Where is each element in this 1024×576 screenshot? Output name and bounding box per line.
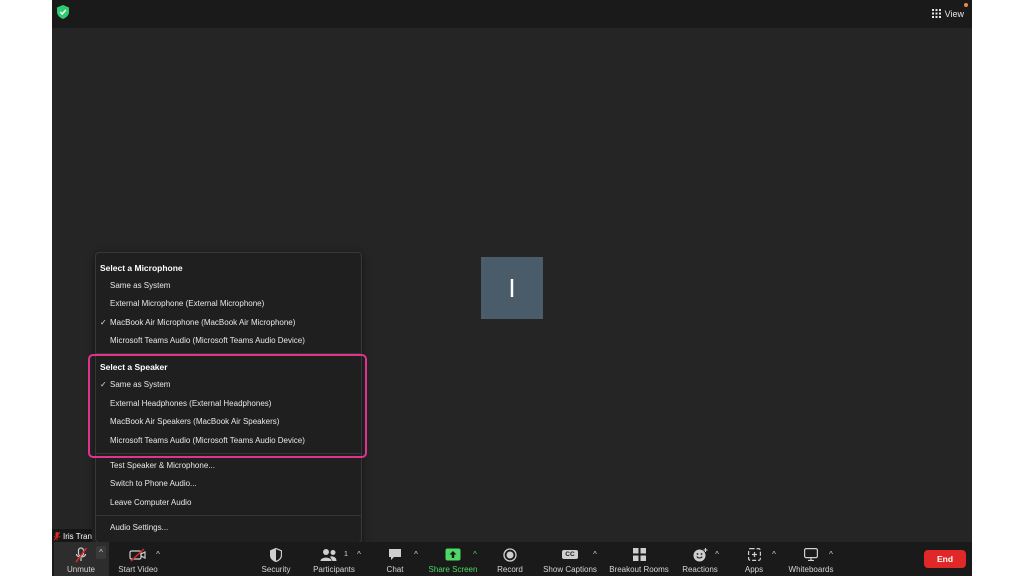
unmute-label: Unmute	[66, 565, 95, 574]
menu-action-label: Test Speaker & Microphone...	[110, 461, 215, 470]
reactions-label: Reactions	[682, 565, 718, 574]
whiteboards-options-caret[interactable]: ^	[826, 549, 836, 559]
shield-icon	[270, 545, 282, 564]
view-button[interactable]: View	[931, 3, 968, 22]
apps-options-caret[interactable]: ^	[769, 549, 779, 559]
speaker-option-teams-audio[interactable]: Microsoft Teams Audio (Microsoft Teams A…	[110, 434, 355, 448]
leave-computer-audio-item[interactable]: Leave Computer Audio	[110, 496, 355, 510]
video-options-caret[interactable]: ^	[153, 549, 163, 559]
participant-name: Iris Tran	[63, 531, 92, 541]
show-captions-button[interactable]: CC Show Captions	[543, 542, 597, 576]
top-bar: View	[52, 0, 972, 29]
mic-option-label: MacBook Air Microphone (MacBook Air Micr…	[110, 318, 296, 327]
share-options-caret[interactable]: ^	[470, 549, 480, 559]
closed-captions-icon: CC	[562, 545, 578, 564]
encryption-shield-icon[interactable]	[57, 5, 69, 19]
muted-mic-icon	[54, 531, 60, 541]
share-screen-icon	[445, 545, 461, 564]
start-video-button[interactable]: Start Video	[116, 542, 160, 576]
reactions-options-caret[interactable]: ^	[712, 549, 722, 559]
grid-icon	[931, 8, 941, 20]
menu-divider	[96, 515, 361, 516]
menu-divider	[96, 453, 361, 454]
mic-option-external[interactable]: External Microphone (External Microphone…	[110, 297, 355, 311]
start-video-label: Start Video	[118, 565, 158, 574]
test-speaker-microphone-item[interactable]: Test Speaker & Microphone...	[110, 459, 355, 473]
speaker-option-same-as-system[interactable]: ✓ Same as System	[100, 378, 355, 392]
meeting-window: View I Iris Tran Select a Microphone Sam…	[52, 0, 972, 576]
participants-count: 1	[344, 551, 348, 558]
speaker-option-label: Same as System	[110, 380, 171, 389]
whiteboards-button[interactable]: Whiteboards	[786, 542, 836, 576]
view-label: View	[944, 9, 964, 19]
speaker-option-label: External Headphones (External Headphones…	[110, 399, 272, 408]
speaker-option-label: Microsoft Teams Audio (Microsoft Teams A…	[110, 436, 305, 445]
apps-icon	[747, 545, 761, 564]
chat-bubble-icon	[388, 545, 402, 564]
menu-divider	[96, 353, 361, 354]
mic-option-label: Same as System	[110, 281, 171, 290]
show-captions-label: Show Captions	[543, 565, 597, 574]
mic-option-label: External Microphone (External Microphone…	[110, 299, 265, 308]
audio-options-menu: Select a Microphone Same as System Exter…	[95, 252, 362, 543]
audio-settings-item[interactable]: Audio Settings...	[110, 521, 355, 535]
participants-label: Participants	[313, 565, 355, 574]
notification-dot	[964, 3, 968, 7]
mic-option-macbook-air[interactable]: ✓ MacBook Air Microphone (MacBook Air Mi…	[100, 316, 355, 330]
breakout-rooms-label: Breakout Rooms	[609, 565, 669, 574]
meeting-toolbar: Unmute ^ Start Video ^ Security 1 Partic…	[52, 542, 972, 576]
participant-name-tag: Iris Tran	[52, 529, 92, 543]
checkmark-icon: ✓	[100, 318, 107, 327]
participants-options-caret[interactable]: ^	[354, 549, 364, 559]
security-label: Security	[261, 565, 291, 574]
muted-microphone-icon	[74, 545, 88, 564]
chat-button[interactable]: Chat	[382, 542, 408, 576]
speaker-option-macbook-air[interactable]: MacBook Air Speakers (MacBook Air Speake…	[110, 415, 355, 429]
checkmark-icon: ✓	[100, 380, 107, 389]
captions-badge: CC	[562, 550, 578, 559]
security-button[interactable]: Security	[258, 542, 294, 576]
participants-button[interactable]: 1 Participants	[312, 542, 356, 576]
share-screen-button[interactable]: Share Screen	[428, 542, 478, 576]
captions-options-caret[interactable]: ^	[590, 549, 600, 559]
participants-icon: 1	[320, 545, 348, 564]
apps-label: Apps	[744, 565, 764, 574]
video-off-icon	[129, 545, 147, 564]
microphone-heading: Select a Microphone	[100, 263, 183, 273]
end-meeting-button[interactable]: End	[924, 550, 966, 568]
speaker-heading: Select a Speaker	[100, 362, 168, 372]
chat-label: Chat	[386, 565, 404, 574]
reactions-button[interactable]: Reactions	[680, 542, 720, 576]
unmute-button[interactable]: Unmute	[64, 542, 98, 576]
record-icon	[503, 545, 517, 564]
smiley-icon	[693, 545, 708, 564]
share-screen-label: Share Screen	[428, 565, 478, 574]
mic-option-teams-audio[interactable]: Microsoft Teams Audio (Microsoft Teams A…	[110, 334, 355, 348]
whiteboard-icon	[804, 545, 818, 564]
participant-avatar: I	[481, 257, 543, 319]
switch-to-phone-audio-item[interactable]: Switch to Phone Audio...	[110, 477, 355, 491]
breakout-rooms-icon	[632, 545, 646, 564]
chat-options-caret[interactable]: ^	[411, 549, 421, 559]
menu-action-label: Leave Computer Audio	[110, 498, 192, 507]
speaker-option-external-headphones[interactable]: External Headphones (External Headphones…	[110, 397, 355, 411]
record-button[interactable]: Record	[493, 542, 527, 576]
menu-action-label: Switch to Phone Audio...	[110, 479, 197, 488]
audio-options-caret[interactable]: ^	[96, 546, 106, 559]
breakout-rooms-button[interactable]: Breakout Rooms	[609, 542, 669, 576]
menu-action-label: Audio Settings...	[110, 523, 169, 532]
mic-option-label: Microsoft Teams Audio (Microsoft Teams A…	[110, 336, 305, 345]
mic-option-same-as-system[interactable]: Same as System	[110, 279, 355, 293]
record-label: Record	[497, 565, 523, 574]
speaker-option-label: MacBook Air Speakers (MacBook Air Speake…	[110, 417, 280, 426]
whiteboards-label: Whiteboards	[788, 565, 834, 574]
avatar-initial: I	[508, 272, 516, 303]
apps-button[interactable]: Apps	[739, 542, 769, 576]
